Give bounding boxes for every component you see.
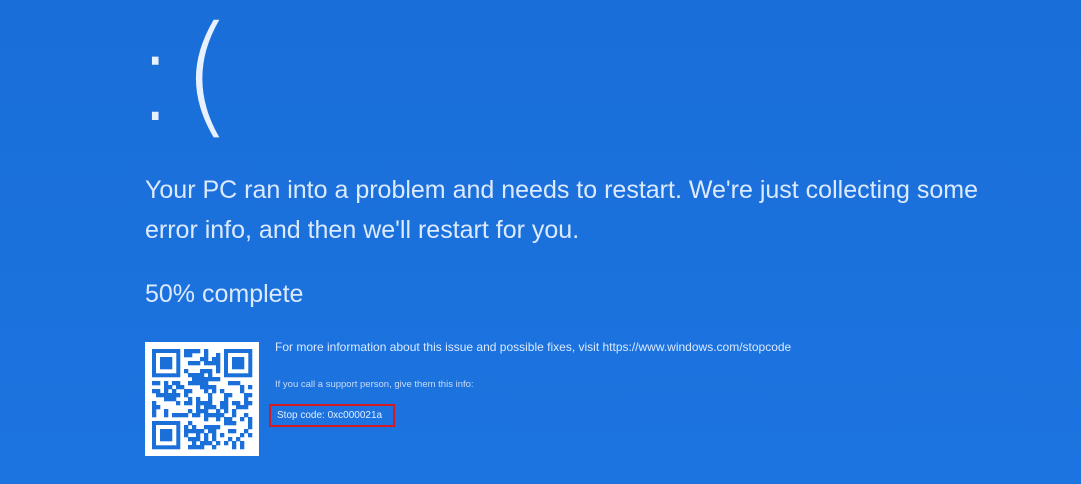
bsod-screen: :( Your PC ran into a problem and needs … (0, 0, 1081, 484)
more-info-text: For more information about this issue an… (275, 340, 792, 354)
support-info-text: If you call a support person, give them … (275, 379, 474, 390)
progress-text: 50% complete (145, 280, 304, 308)
info-block: For more information about this issue an… (275, 339, 1035, 391)
stop-code: Stop code: 0xc000021a (269, 404, 395, 427)
sad-face-emoticon: :( (133, 0, 237, 152)
error-message: Your PC ran into a problem and needs to … (145, 176, 978, 244)
qr-code-icon (145, 342, 259, 456)
